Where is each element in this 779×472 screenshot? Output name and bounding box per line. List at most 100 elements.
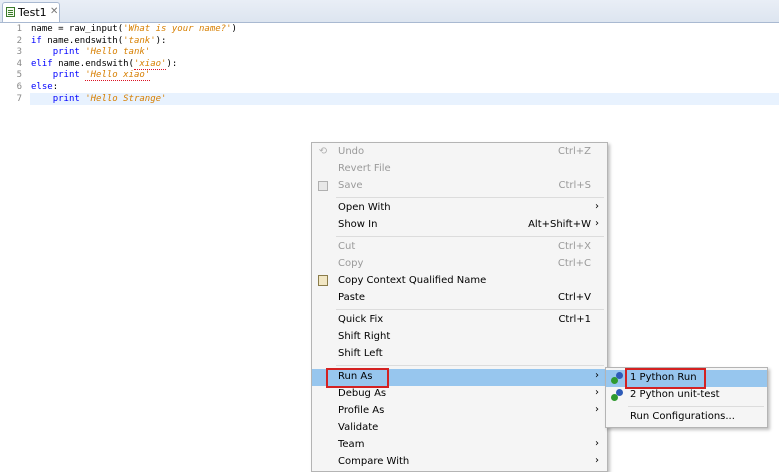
line-number: 6: [16, 82, 22, 92]
line-number: 1: [16, 24, 22, 34]
code-line[interactable]: if name.endswith('tank'):: [31, 36, 166, 48]
menu-item-revert-file[interactable]: Revert File: [312, 161, 607, 178]
chevron-right-icon: ›: [595, 387, 599, 398]
menu-label: Run Configurations...: [630, 411, 735, 422]
menu-label: Copy Context Qualified Name: [338, 275, 487, 286]
menu-item-debug-as[interactable]: Debug As ›: [312, 386, 607, 403]
code-text: ): [231, 24, 237, 34]
menu-item-team[interactable]: Team ›: [312, 437, 607, 454]
menu-item-validate[interactable]: Validate: [312, 420, 607, 437]
chevron-right-icon: ›: [595, 370, 599, 381]
editor-tab-bar: Test1 ✕: [0, 0, 779, 23]
code-text: name.endswith(: [41, 35, 124, 46]
menu-item-copy-context-qualified-name[interactable]: Copy Context Qualified Name: [312, 273, 607, 290]
menu-label: 1 Python Run: [630, 372, 697, 383]
line-number: 3: [16, 47, 22, 58]
menu-shortcut: Ctrl+1: [558, 314, 591, 325]
context-menu: ⟲ Undo Ctrl+Z Revert File Save Ctrl+S Op…: [311, 142, 608, 472]
menu-label: Show In: [338, 219, 378, 230]
tab-title: Test1: [18, 6, 47, 19]
menu-label: Shift Right: [338, 331, 391, 342]
menu-label: Revert File: [338, 163, 391, 174]
menu-item-cut[interactable]: Cut Ctrl+X: [312, 239, 607, 256]
undo-icon: ⟲: [318, 146, 328, 157]
code-keyword: if: [31, 35, 42, 46]
menu-item-show-in[interactable]: Show In Alt+Shift+W ›: [312, 217, 607, 234]
menu-item-shift-right[interactable]: Shift Right: [312, 329, 607, 346]
menu-shortcut: Alt+Shift+W: [528, 219, 591, 230]
chevron-right-icon: ›: [595, 455, 599, 466]
code-line[interactable]: else:: [31, 82, 58, 94]
code-line[interactable]: print 'Hello Strange': [31, 93, 167, 106]
save-icon: [318, 181, 328, 191]
tab-test1[interactable]: Test1 ✕: [2, 2, 60, 22]
code-keyword: print: [52, 47, 80, 58]
copy-qualified-name-icon: [318, 275, 328, 286]
code-keyword: print: [52, 70, 80, 81]
menu-separator: [336, 309, 604, 310]
menu-item-python-run[interactable]: 1 Python Run: [606, 370, 767, 387]
menu-shortcut: Ctrl+V: [557, 292, 591, 303]
code-keyword: else: [31, 82, 53, 92]
code-string: 'Hello xiao': [85, 70, 151, 82]
python-run-icon: [611, 372, 623, 384]
code-text: ):: [155, 35, 167, 46]
chevron-right-icon: ›: [595, 201, 599, 212]
menu-label: Debug As: [338, 388, 387, 399]
menu-separator: [336, 197, 604, 198]
line-number: 2: [16, 35, 22, 46]
menu-label: Shift Left: [338, 348, 383, 359]
chevron-right-icon: ›: [595, 218, 599, 229]
chevron-right-icon: ›: [595, 404, 599, 415]
menu-shortcut: Ctrl+S: [558, 180, 591, 191]
menu-label: Run As: [338, 371, 373, 382]
menu-label: Undo: [338, 146, 365, 157]
menu-separator: [336, 236, 604, 237]
menu-item-profile-as[interactable]: Profile As ›: [312, 403, 607, 420]
code-string: 'What is your name?': [123, 24, 232, 34]
code-line[interactable]: elif name.endswith('xiao'):: [31, 58, 178, 71]
menu-item-run-as[interactable]: Run As ›: [312, 369, 607, 386]
code-line[interactable]: print 'Hello xiao': [31, 70, 151, 82]
menu-item-open-with[interactable]: Open With ›: [312, 200, 607, 217]
python-unittest-icon: [611, 389, 623, 401]
menu-item-paste[interactable]: Paste Ctrl+V: [312, 290, 607, 307]
menu-item-quick-fix[interactable]: Quick Fix Ctrl+1: [312, 312, 607, 329]
menu-item-copy[interactable]: Copy Ctrl+C: [312, 256, 607, 273]
line-number: 5: [16, 70, 22, 81]
menu-separator: [628, 406, 764, 407]
code-keyword: elif: [31, 58, 53, 69]
menu-item-run-configurations[interactable]: Run Configurations...: [606, 409, 767, 426]
menu-item-python-unittest[interactable]: 2 Python unit-test: [606, 387, 767, 404]
menu-label: Validate: [338, 422, 379, 433]
menu-shortcut: Ctrl+X: [557, 241, 591, 252]
menu-label: 2 Python unit-test: [630, 389, 720, 400]
code-string: 'Hello tank': [85, 47, 151, 58]
menu-item-undo[interactable]: ⟲ Undo Ctrl+Z: [312, 144, 607, 161]
code-line[interactable]: name = raw_input('What is your name?'): [31, 24, 237, 36]
code-line[interactable]: print 'Hello tank': [31, 47, 151, 59]
code-text: ):: [166, 58, 178, 69]
menu-item-save[interactable]: Save Ctrl+S: [312, 178, 607, 195]
menu-label: Open With: [338, 202, 391, 213]
python-file-icon: [6, 7, 15, 17]
menu-label: Profile As: [338, 405, 385, 416]
menu-item-compare-with[interactable]: Compare With ›: [312, 454, 607, 471]
menu-label: Quick Fix: [338, 314, 384, 325]
code-string: 'xiao': [133, 58, 167, 70]
menu-item-shift-left[interactable]: Shift Left: [312, 346, 607, 363]
code-text: name.endswith(: [52, 58, 134, 69]
code-string: 'Hello Strange': [85, 93, 167, 104]
menu-shortcut: Ctrl+Z: [557, 146, 591, 157]
menu-separator: [336, 365, 604, 366]
menu-shortcut: Ctrl+C: [557, 258, 591, 269]
close-icon[interactable]: ✕: [50, 3, 58, 21]
code-keyword: print: [52, 93, 80, 104]
line-number: 7: [16, 93, 22, 104]
menu-label: Copy: [338, 258, 364, 269]
menu-label: Save: [338, 180, 363, 191]
menu-label: Cut: [338, 241, 356, 252]
